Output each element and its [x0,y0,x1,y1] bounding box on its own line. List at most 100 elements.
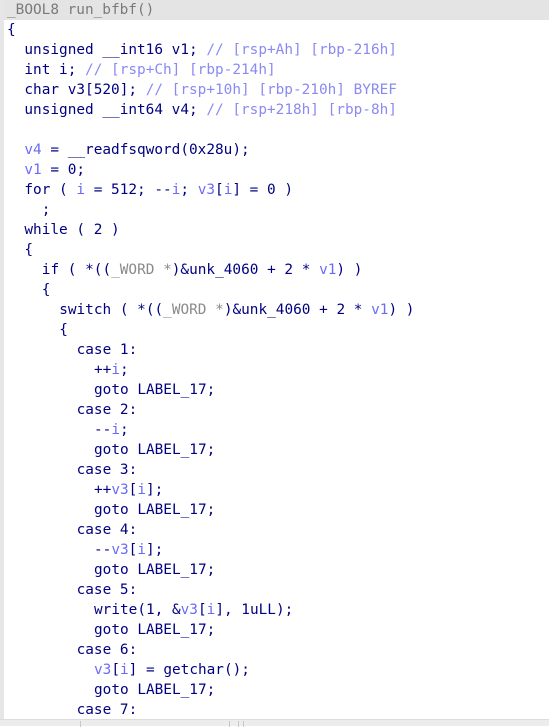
code-line[interactable] [4,120,549,140]
variable-token[interactable]: i [120,662,129,678]
code-line[interactable]: while ( 2 ) [4,220,549,240]
code-line[interactable]: goto LABEL_17; [4,440,549,460]
variable-token[interactable]: v3 [111,482,128,498]
variable-token[interactable]: v1 [24,162,41,178]
code-line[interactable]: { [4,20,549,40]
code-token: -- [94,422,112,438]
code-line[interactable]: goto LABEL_17; [4,560,549,580]
variable-token[interactable]: v4 [24,142,41,158]
code-line[interactable]: switch ( *((_WORD *)&unk_4060 + 2 * v1) … [4,300,549,320]
code-token: [ [197,602,207,618]
code-token: ++ [94,482,112,498]
code-line[interactable]: char v3[520]; // [rsp+10h] [rbp-210h] BY… [4,80,549,100]
type-cast-token: _WORD * [111,262,172,278]
code-token: ]; [146,482,164,498]
code-line[interactable]: write(1, &v3[i], 1uLL); [4,600,549,620]
code-line[interactable]: unsigned __int16 v1; // [rsp+Ah] [rbp-21… [4,40,549,60]
code-line[interactable]: goto LABEL_17; [4,500,549,520]
code-line[interactable]: case 6: [4,640,549,660]
code-line[interactable]: goto LABEL_17; [4,380,549,400]
code-token: goto LABEL_17; [94,562,216,578]
code-line[interactable]: ++i; [4,360,549,380]
code-token: goto LABEL_17; [94,382,216,398]
scrollbar-divider [243,721,244,727]
code-line[interactable]: v1 = 0; [4,160,549,180]
code-token: )&unk_4060 + 2 * [223,302,372,318]
code-line[interactable]: case 4: [4,520,549,540]
code-token: ]; [146,542,164,558]
variable-token[interactable]: i [76,182,85,198]
scrollbar-divider [229,721,230,727]
variable-token[interactable]: v3 [111,542,128,558]
code-token: case 3: [76,462,138,478]
variable-token[interactable]: v1 [319,262,336,278]
code-token: ] = getchar(); [128,662,250,678]
comment-token: // [rsp+Ah] [rbp-216h] [206,42,397,58]
comment-token: // [rsp+10h] [rbp-210h] BYREF [145,82,397,98]
variable-token[interactable]: i [137,542,146,558]
code-line[interactable]: ; [4,200,549,220]
code-token: case 6: [76,642,138,658]
variable-token[interactable]: i [111,362,120,378]
code-line[interactable]: int i; // [rsp+Ch] [rbp-214h] [4,60,549,80]
code-line[interactable]: ++v3[i]; [4,480,549,500]
variable-token[interactable]: v3 [94,662,111,678]
code-token: switch ( *(( [59,302,164,318]
code-token: if ( *(( [41,262,112,278]
code-line[interactable]: for ( i = 512; --i; v3[i] = 0 ) [4,180,549,200]
code-line[interactable]: case 1: [4,340,549,360]
code-line[interactable]: if ( *((_WORD *)&unk_4060 + 2 * v1) ) [4,260,549,280]
horizontal-scrollbar[interactable] [0,719,549,727]
code-token: ; [120,362,129,378]
code-line[interactable]: v4 = __readfsqword(0x28u); [4,140,549,160]
code-token: case 2: [76,402,138,418]
code-line[interactable]: --i; [4,420,549,440]
variable-token[interactable]: v3 [198,182,215,198]
code-token: case 5: [76,582,138,598]
code-line[interactable]: v3[i] = getchar(); [4,660,549,680]
code-token: ) ) [336,262,363,278]
function-signature-line[interactable]: _BOOL8 run_bfbf() [4,0,549,20]
code-line[interactable]: case 2: [4,400,549,420]
code-token: ], 1uLL); [215,602,294,618]
code-token: { [7,22,16,38]
code-token: while ( 2 ) [24,222,120,238]
variable-token[interactable]: i [207,602,216,618]
code-token: )&unk_4060 + 2 * [171,262,320,278]
code-line[interactable]: goto LABEL_17; [4,680,549,700]
comment-token: // [rsp+218h] [rbp-8h] [206,102,397,118]
code-token: int i; [24,62,86,78]
code-token: = 0; [41,162,86,178]
code-token: goto LABEL_17; [94,442,216,458]
type-cast-token: _WORD * [163,302,224,318]
pseudocode-view[interactable]: _BOOL8 run_bfbf() { unsigned __int16 v1; /… [0,0,549,719]
code-token: unsigned __int16 v1; [24,42,207,58]
code-line[interactable]: case 7: [4,700,549,720]
variable-token[interactable]: i [111,422,120,438]
scrollbar-divider [238,721,239,727]
variable-token[interactable]: v1 [371,302,388,318]
code-token: goto LABEL_17; [94,682,216,698]
code-line[interactable]: case 5: [4,580,549,600]
code-token: goto LABEL_17; [94,502,216,518]
comment-token: // [rsp+Ch] [rbp-214h] [85,62,276,78]
code-token: = __readfsqword(0x28u); [41,142,250,158]
code-token: case 7: [76,702,138,718]
code-line[interactable]: { [4,320,549,340]
code-line[interactable]: { [4,280,549,300]
code-line[interactable]: case 3: [4,460,549,480]
code-line[interactable]: goto LABEL_17; [4,620,549,640]
variable-token[interactable]: v3 [181,602,198,618]
code-token: ; [180,182,198,198]
code-token: [ [111,662,120,678]
code-token: goto LABEL_17; [94,622,216,638]
variable-token[interactable]: i [137,482,146,498]
code-line[interactable]: --v3[i]; [4,540,549,560]
code-token: { [24,242,34,258]
code-line[interactable]: { [4,240,549,260]
function-signature: _BOOL8 run_bfbf() [7,2,155,18]
code-token: = 512; -- [85,182,172,198]
code-line[interactable]: unsigned __int64 v4; // [rsp+218h] [rbp-… [4,100,549,120]
code-token: case 1: [76,342,138,358]
code-token: { [59,322,68,338]
